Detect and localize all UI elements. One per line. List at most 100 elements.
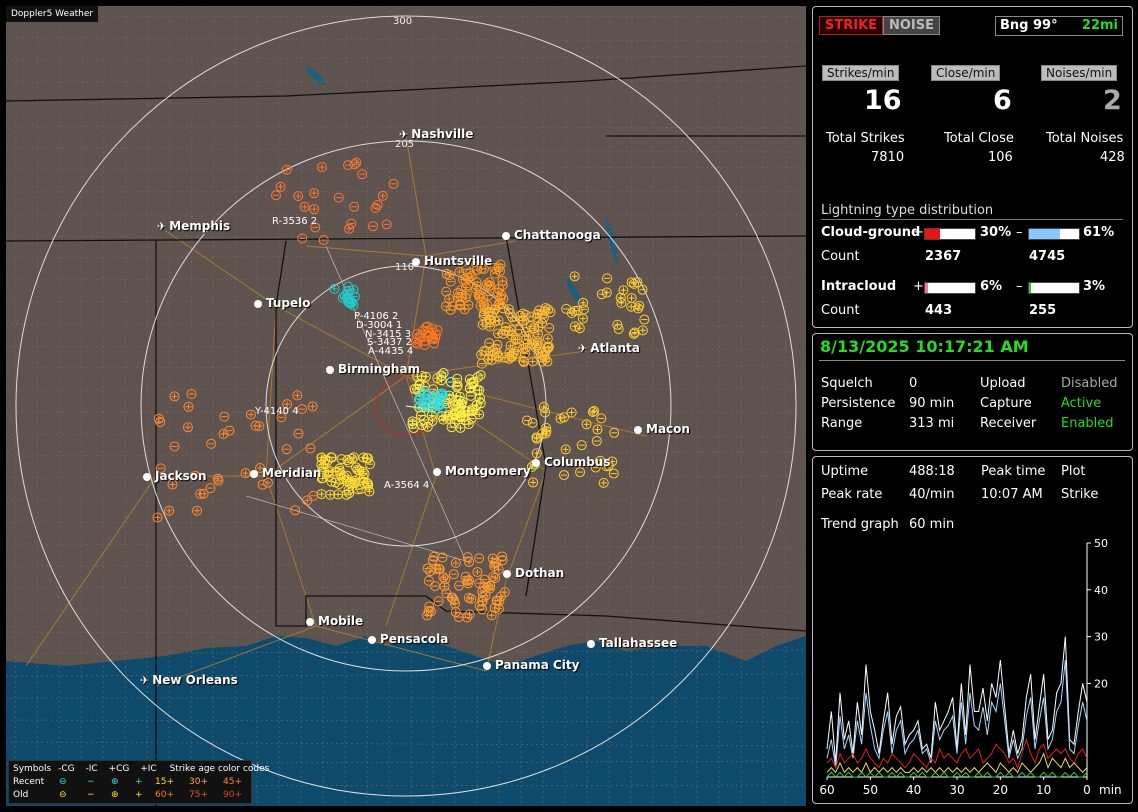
pos-ic-recent-icon: + [135, 777, 143, 787]
trend-panel: Uptime 488:18 Peak time Plot Peak rate 4… [812, 456, 1133, 804]
strike-symbol [608, 468, 619, 479]
strike-symbol [463, 419, 474, 430]
cg-negative-count: 4745 [1029, 249, 1066, 264]
strike-symbol [542, 333, 553, 344]
neg-ic-old-icon: − [87, 790, 95, 800]
city-name: Meridian [262, 466, 322, 480]
cg-negative-fill [1029, 229, 1060, 239]
noise-button[interactable]: NOISE [883, 16, 941, 35]
cg-minus-sign: – [1016, 225, 1023, 240]
distribution-divider [821, 219, 1123, 220]
city-tallahassee: Tallahassee [587, 636, 677, 650]
trend-series-line [826, 659, 1088, 768]
roads [25, 135, 647, 687]
city-dot [587, 639, 595, 648]
city-dot [254, 299, 262, 308]
noises-per-min-header[interactable]: Noises/min [1041, 65, 1118, 81]
strike-symbol [219, 411, 230, 422]
strike-symbol [618, 285, 629, 296]
strike-symbol [453, 580, 464, 591]
strike-symbol [257, 479, 268, 490]
close-per-min-header[interactable]: Close/min [931, 65, 1001, 81]
cg-plus-sign: + [913, 225, 924, 240]
legend-pos-cg: +CG [108, 764, 130, 774]
strike-symbol [430, 581, 441, 592]
ic-count-label: Count [821, 303, 860, 318]
capture-label: Capture [980, 396, 1032, 411]
total-strikes-label: Total Strikes [826, 131, 905, 146]
x-tick-label: 30 [949, 783, 964, 797]
y-tick-label: 30 [1094, 631, 1108, 644]
city-dot [250, 469, 258, 478]
station-label: Y-4140 4 [255, 406, 299, 417]
ic-plus-sign: + [913, 279, 924, 294]
airport-icon: ✈ [157, 220, 167, 233]
pos-cg-recent-icon: ⊕ [111, 777, 119, 787]
strike-symbol [423, 575, 434, 586]
strike-symbol [308, 490, 319, 501]
city-name: Nashville [411, 127, 474, 141]
strike-symbol [346, 218, 357, 229]
strike-symbol [293, 191, 304, 202]
strike-symbol [559, 470, 570, 481]
city-dot [502, 231, 510, 240]
age-15: 15+ [155, 777, 174, 787]
strike-symbol [191, 505, 202, 516]
city-name: Columbus [544, 455, 611, 469]
x-tick-label: 40 [906, 783, 921, 797]
strike-symbol [574, 323, 585, 334]
map-canvas [6, 6, 806, 806]
city-name: Chattanooga [514, 228, 601, 242]
city-name: Birmingham [338, 362, 421, 376]
x-tick-label: 50 [863, 783, 878, 797]
strike-symbol [555, 413, 566, 424]
strike-symbol [271, 190, 282, 201]
strike-symbol [290, 505, 301, 516]
bearing-box: Bng 99° 22mi [995, 16, 1123, 36]
strike-symbol [450, 558, 461, 569]
strike-symbol [437, 552, 448, 563]
strike-symbol [616, 297, 627, 308]
ic-negative-count: 255 [1029, 303, 1057, 318]
symbol-legend: Symbols -CG -IC +CG +IC Strike age color… [8, 760, 269, 804]
receiver-value: Enabled [1061, 416, 1114, 431]
city-dot [143, 472, 151, 481]
strike-symbol [316, 162, 327, 173]
airport-icon: ✈ [140, 674, 150, 687]
datetime: 8/13/2025 10:17:21 AM [820, 337, 1029, 356]
city-name: Mobile [318, 614, 364, 628]
strike-button[interactable]: STRIKE [819, 16, 884, 35]
station-label: A-4435 4 [368, 346, 414, 357]
strike-symbol [637, 325, 648, 336]
y-tick-label: 50 [1094, 537, 1108, 550]
strikes-per-min-header[interactable]: Strikes/min [822, 65, 900, 81]
city-name: Pensacola [380, 632, 449, 646]
city-columbus: Columbus [532, 455, 611, 469]
strike-symbol [344, 223, 355, 234]
city-dothan: Dothan [503, 566, 564, 580]
cg-count-label: Count [821, 249, 860, 264]
city-name: Tupelo [266, 296, 311, 310]
strike-symbol [307, 401, 318, 412]
radar-map[interactable] [6, 6, 806, 806]
cloud-ground-label: Cloud-ground [821, 225, 921, 240]
age-30: 30+ [189, 777, 208, 787]
bearing-value: Bng 99° [1000, 18, 1058, 33]
strike-symbol [476, 358, 487, 369]
city-meridian: Meridian [250, 466, 321, 480]
city-birmingham: Birmingham [326, 362, 420, 376]
strike-symbol [349, 201, 360, 212]
strike-symbol [448, 569, 459, 580]
city-dot [634, 425, 642, 434]
strike-symbol [527, 417, 538, 428]
strike-symbol [521, 415, 532, 426]
strike-symbol [424, 601, 435, 612]
strike-symbol [152, 512, 163, 523]
station-label: R-3536 2 [272, 216, 318, 227]
x-tick-label: 60 [819, 783, 834, 797]
strike-symbol [281, 444, 292, 455]
neg-cg-old-icon: ⊖ [59, 790, 67, 800]
strike-symbol [455, 422, 466, 433]
upload-label: Upload [980, 376, 1026, 391]
city-macon: Macon [634, 422, 690, 436]
